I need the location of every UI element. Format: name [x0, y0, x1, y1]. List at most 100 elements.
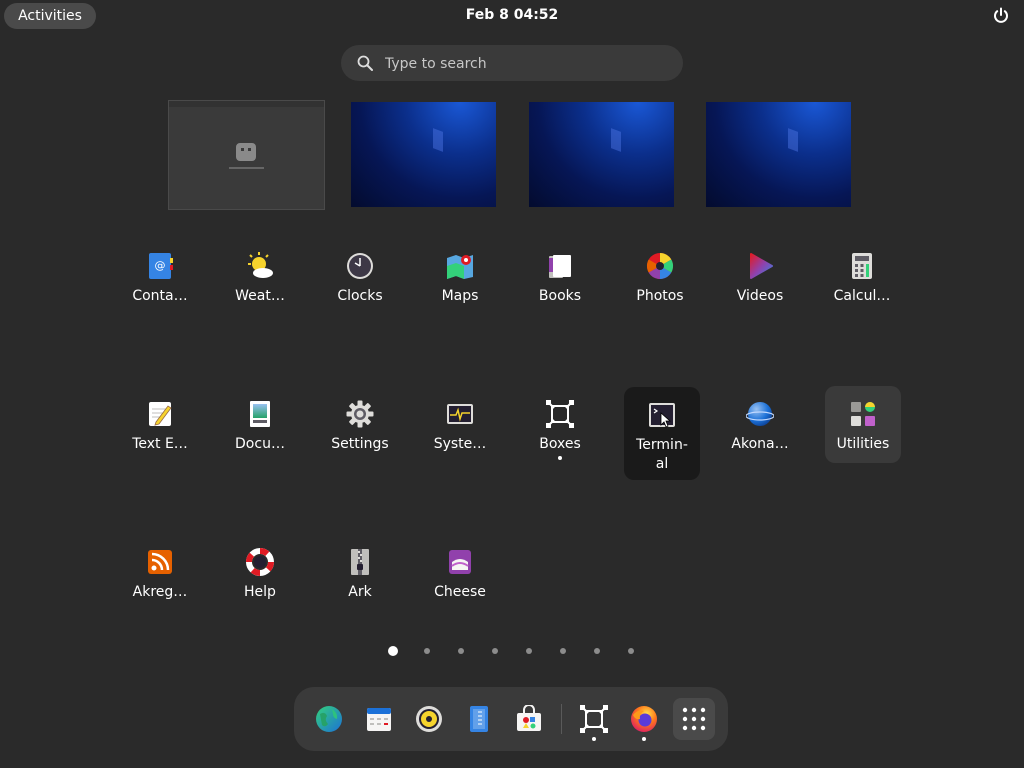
page-dot-2[interactable] — [424, 648, 430, 654]
app-document-viewer[interactable]: Docu… — [222, 386, 298, 478]
app-label: Termin- al — [636, 437, 688, 472]
dash-item-web-browser[interactable] — [311, 701, 347, 737]
app-label: Docu… — [235, 436, 285, 452]
search-icon — [357, 55, 373, 71]
boxes-icon — [546, 400, 574, 428]
workspace-thumbnail-1[interactable] — [168, 100, 325, 210]
page-dot-1[interactable] — [388, 646, 398, 656]
terminal-icon — [649, 403, 675, 428]
page-dot-8[interactable] — [628, 648, 634, 654]
app-label: Help — [244, 584, 276, 600]
dash — [294, 687, 728, 751]
settings-gear-icon — [346, 400, 374, 428]
sad-face-icon — [236, 143, 256, 161]
app-terminal[interactable]: Termin- al — [624, 387, 700, 480]
maps-icon — [447, 255, 473, 279]
calculator-icon — [852, 253, 872, 279]
dash-item-firefox[interactable] — [626, 701, 662, 741]
power-icon[interactable] — [992, 7, 1010, 25]
page-dot-3[interactable] — [458, 648, 464, 654]
videos-icon — [750, 253, 773, 279]
weather-icon — [248, 252, 273, 278]
app-label: Maps — [441, 288, 479, 304]
photos-icon — [646, 252, 674, 280]
app-label: Akona… — [731, 436, 789, 452]
app-label: Books — [538, 288, 582, 304]
software-store-icon — [517, 705, 541, 731]
search-bar[interactable] — [341, 45, 683, 83]
page-dot-7[interactable] — [594, 648, 600, 654]
app-label: Clocks — [337, 288, 383, 304]
app-books[interactable]: Books — [522, 238, 598, 330]
running-indicator — [558, 456, 562, 460]
page-dot-4[interactable] — [492, 648, 498, 654]
workspace-thumbnail-2[interactable] — [351, 102, 496, 207]
ark-archive-icon — [351, 549, 369, 575]
help-lifebuoy-icon — [246, 548, 274, 576]
search-input[interactable] — [383, 45, 667, 83]
app-label: Ark — [348, 584, 372, 600]
top-bar: Activities Feb 8 04:52 — [0, 0, 1024, 32]
folder-label: Utilities — [836, 436, 890, 452]
app-clocks[interactable]: Clocks — [322, 238, 398, 330]
books-icon — [549, 255, 571, 278]
app-label: Akreg… — [132, 584, 188, 600]
calendar-icon — [367, 708, 391, 731]
app-system-monitor[interactable]: Syste… — [422, 386, 498, 478]
placeholder-text-line — [229, 167, 264, 169]
app-maps[interactable]: Maps — [422, 238, 498, 330]
music-player-icon — [416, 706, 442, 732]
notes-icon — [470, 706, 488, 732]
page-dot-6[interactable] — [560, 648, 566, 654]
app-label: Photos — [636, 288, 684, 304]
app-label: Cheese — [434, 584, 486, 600]
app-ark[interactable]: Ark — [322, 534, 398, 626]
app-settings[interactable]: Settings — [322, 386, 398, 478]
app-label: Videos — [736, 288, 784, 304]
folder-utilities[interactable]: Utilities — [825, 386, 901, 463]
app-grid-icon — [682, 707, 706, 731]
system-monitor-icon — [447, 404, 473, 424]
app-label: Settings — [331, 436, 389, 452]
page-dot-5[interactable] — [526, 648, 532, 654]
clock[interactable]: Feb 8 04:52 — [0, 7, 1024, 23]
app-label: Text E… — [132, 436, 188, 452]
app-cheese[interactable]: Cheese — [422, 534, 498, 626]
app-boxes[interactable]: Boxes — [522, 386, 598, 478]
app-contacts[interactable]: @ Conta… — [122, 238, 198, 330]
akonadi-icon — [746, 402, 774, 426]
app-calculator[interactable]: Calcul… — [824, 238, 900, 330]
app-help[interactable]: Help — [222, 534, 298, 626]
dash-item-boxes[interactable] — [576, 701, 612, 741]
dash-item-rhythmbox[interactable] — [411, 701, 447, 737]
text-editor-icon — [149, 402, 172, 426]
app-label: Weat… — [235, 288, 285, 304]
app-photos[interactable]: Photos — [622, 238, 698, 330]
app-label: Boxes — [539, 436, 581, 452]
workspace-thumbnail-4[interactable] — [706, 102, 851, 207]
app-videos[interactable]: Videos — [722, 238, 798, 330]
akregator-rss-icon — [148, 550, 172, 574]
window-titlebar — [169, 101, 324, 107]
contacts-icon: @ — [149, 253, 173, 279]
app-label: Calcul… — [833, 288, 891, 304]
dash-item-calendar[interactable] — [361, 701, 397, 737]
boxes-icon — [580, 705, 608, 733]
app-akonadi[interactable]: Akona… — [722, 386, 798, 478]
utilities-folder-icon — [851, 402, 875, 426]
dash-item-text-editor[interactable] — [461, 701, 497, 737]
document-viewer-icon — [250, 401, 270, 427]
workspace-thumbnail-3[interactable] — [529, 102, 674, 207]
app-weather[interactable]: Weat… — [222, 238, 298, 330]
show-apps-button[interactable] — [673, 698, 715, 740]
clocks-icon — [347, 253, 373, 279]
app-text-editor[interactable]: Text E… — [122, 386, 198, 478]
firefox-icon — [631, 706, 657, 732]
svg-text:@: @ — [155, 259, 166, 272]
globe-icon — [316, 706, 342, 732]
app-label: Conta… — [132, 288, 188, 304]
dash-item-software[interactable] — [511, 701, 547, 737]
app-akregator[interactable]: Akreg… — [122, 534, 198, 626]
dash-separator — [561, 704, 562, 734]
running-indicator — [642, 737, 646, 741]
